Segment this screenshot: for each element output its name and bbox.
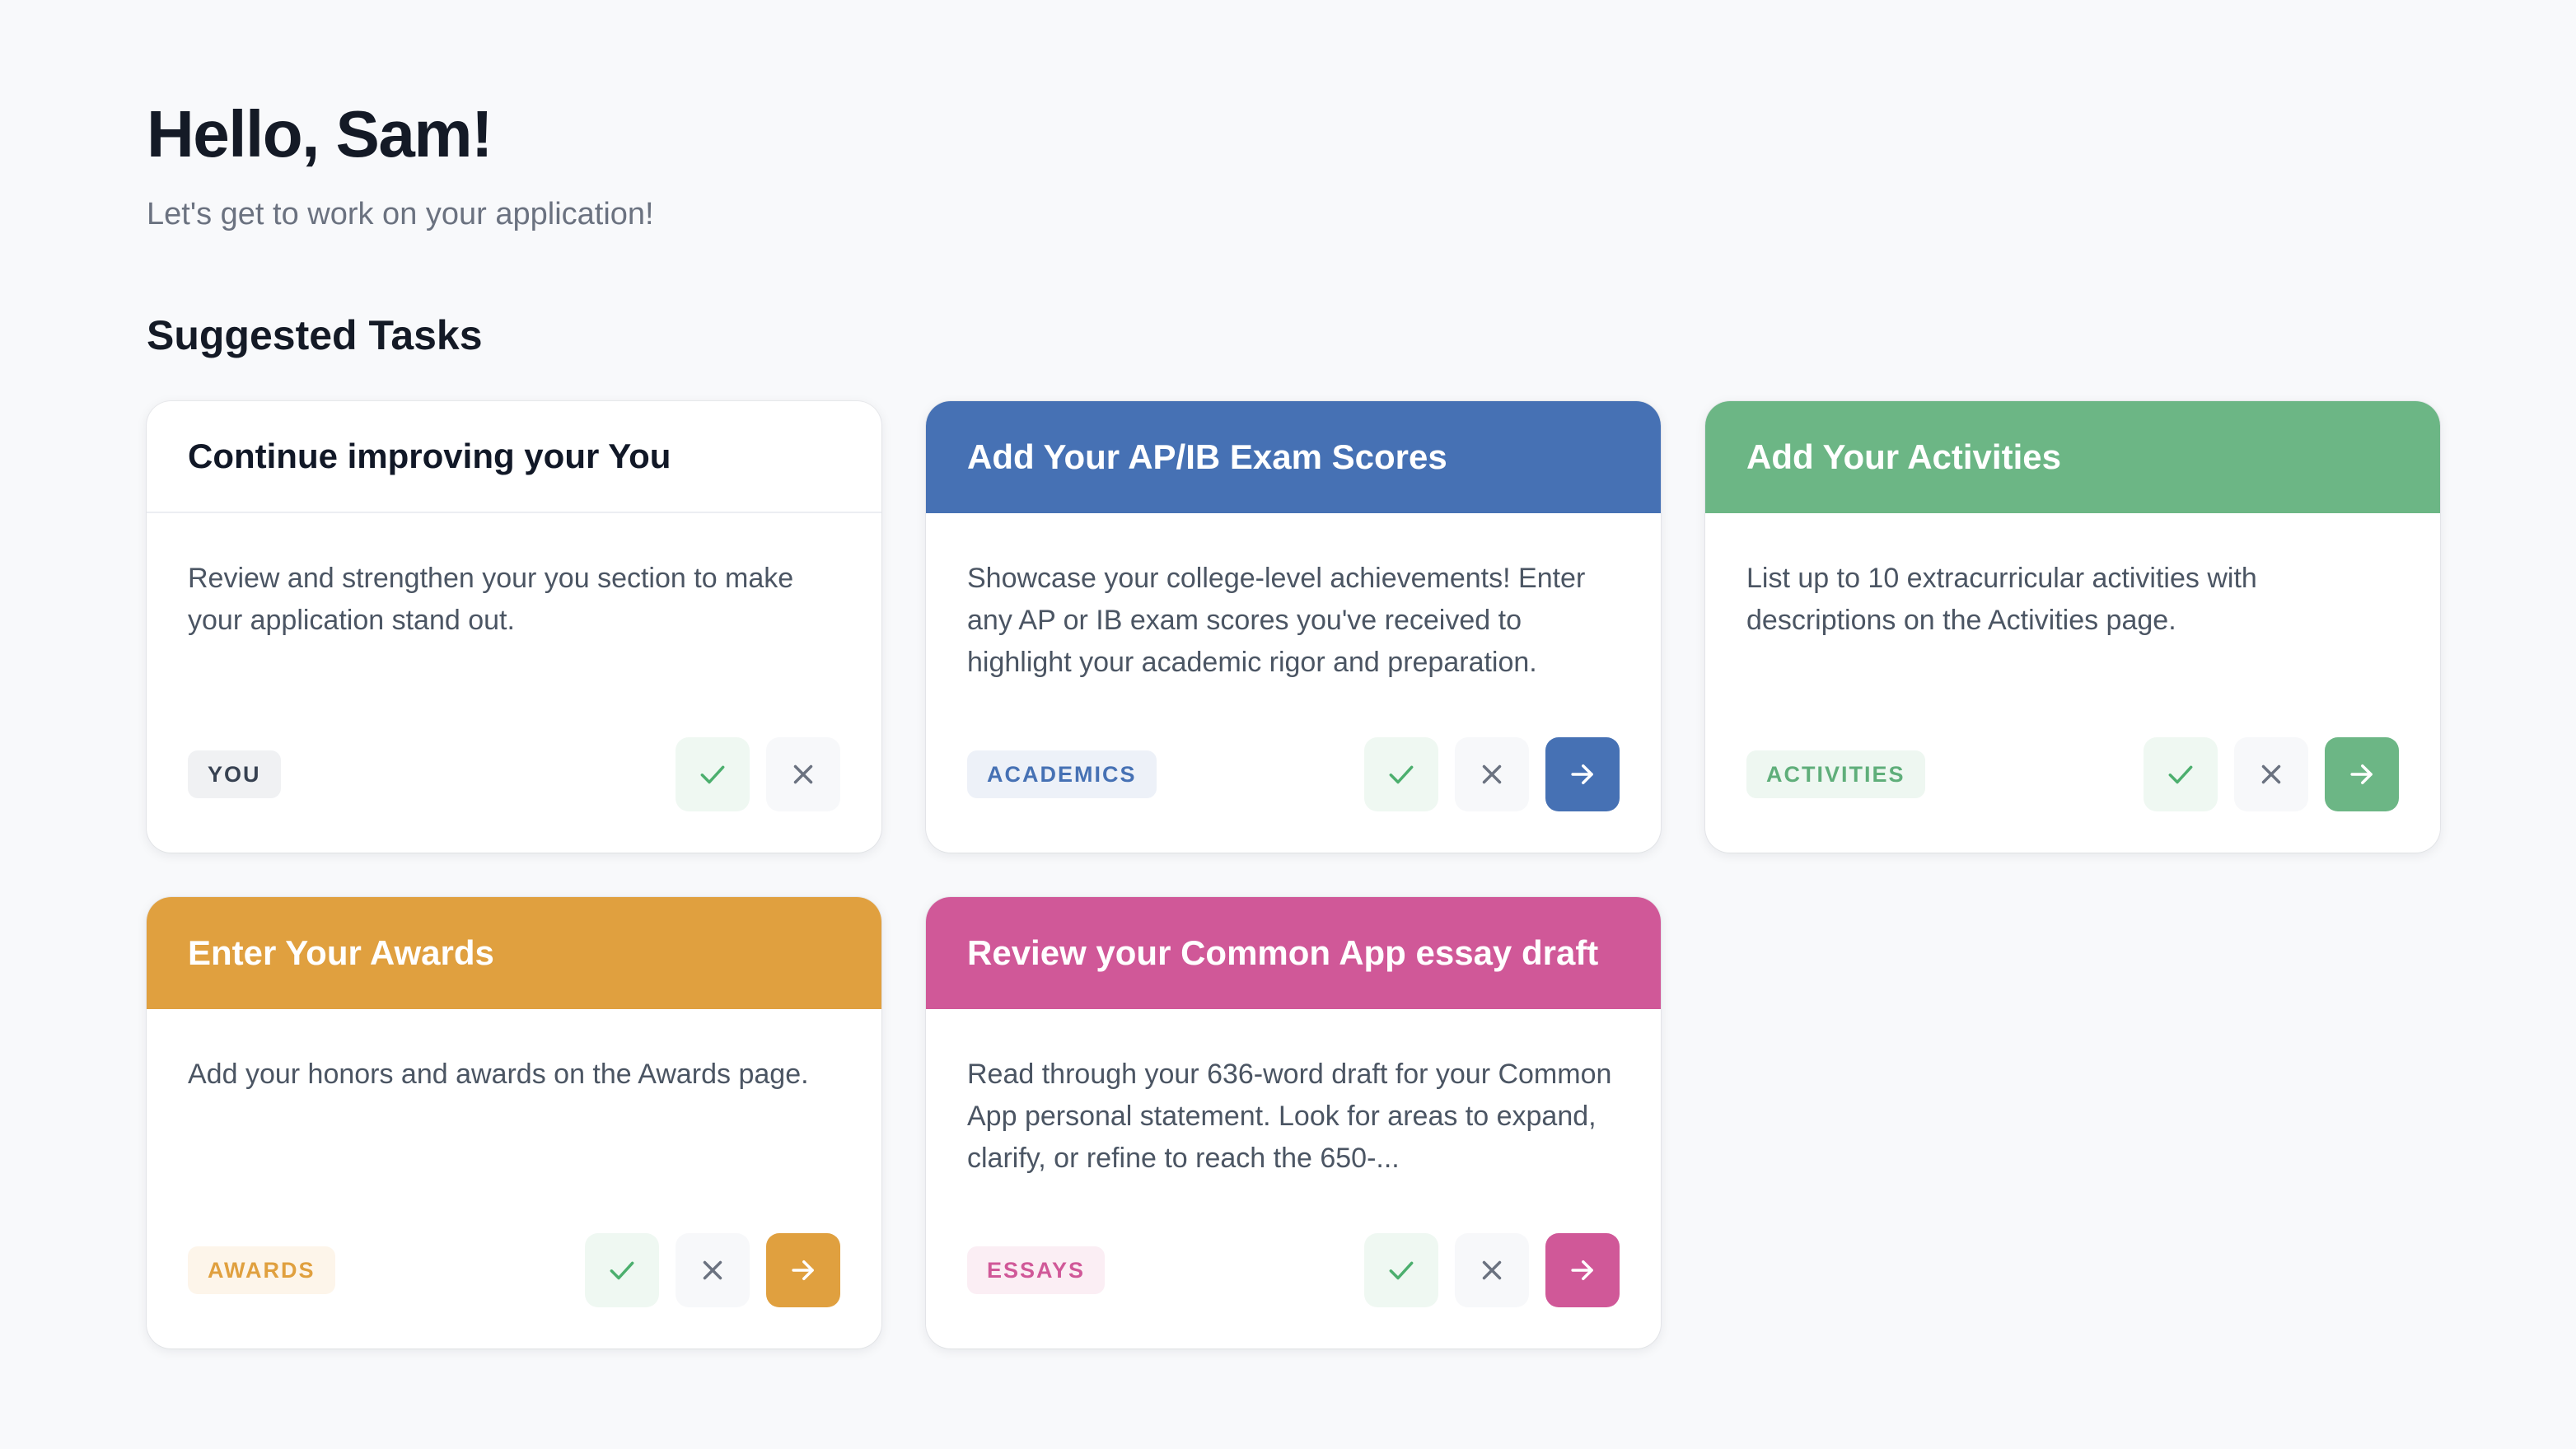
go-to-task-button[interactable]	[766, 1233, 840, 1307]
task-actions	[1364, 737, 1620, 811]
close-icon	[1482, 764, 1502, 784]
task-card-you: Continue improving your You Review and s…	[147, 401, 881, 853]
arrow-right-icon	[792, 1260, 814, 1281]
task-card-description: Review and strengthen your you section t…	[188, 563, 794, 636]
dismiss-button[interactable]	[676, 1233, 750, 1307]
task-card-footer: AWARDS	[188, 1233, 840, 1307]
task-card-description: List up to 10 extracurricular activities…	[1746, 563, 2257, 636]
close-icon	[703, 1260, 722, 1280]
greeting-heading: Hello, Sam!	[147, 97, 493, 171]
task-card-title: Add Your Activities	[1705, 401, 2440, 513]
close-icon	[2261, 764, 2281, 784]
category-tag: YOU	[188, 750, 281, 798]
close-icon	[793, 764, 813, 784]
check-icon	[2168, 765, 2193, 784]
dismiss-button[interactable]	[2234, 737, 2308, 811]
task-card-grid: Continue improving your You Review and s…	[147, 401, 2440, 1349]
arrow-right-icon	[2350, 764, 2373, 785]
dashboard-page: Hello, Sam! Let's get to work on your ap…	[0, 0, 2576, 1449]
close-icon	[1482, 1260, 1502, 1280]
task-card-title: Continue improving your You	[147, 401, 881, 513]
check-icon	[700, 765, 725, 784]
arrow-right-icon	[1571, 764, 1593, 785]
task-card-essays: Review your Common App essay draft Read …	[926, 897, 1661, 1349]
category-tag: AWARDS	[188, 1246, 335, 1294]
task-card-description: Read through your 636-word draft for you…	[967, 1059, 1612, 1174]
task-card-title: Add Your AP/IB Exam Scores	[926, 401, 1661, 513]
task-card-awards: Enter Your Awards Add your honors and aw…	[147, 897, 881, 1349]
check-icon	[1389, 1261, 1414, 1280]
mark-complete-button[interactable]	[676, 737, 750, 811]
mark-complete-button[interactable]	[1364, 737, 1438, 811]
mark-complete-button[interactable]	[585, 1233, 659, 1307]
dismiss-button[interactable]	[1455, 1233, 1529, 1307]
arrow-right-icon	[1571, 1260, 1593, 1281]
suggested-tasks-heading: Suggested Tasks	[147, 312, 483, 358]
category-tag: ACTIVITIES	[1746, 750, 1925, 798]
dismiss-button[interactable]	[1455, 737, 1529, 811]
task-card-description: Add your honors and awards on the Awards…	[188, 1059, 809, 1090]
task-card-footer: YOU	[188, 737, 840, 811]
category-tag: ESSAYS	[967, 1246, 1106, 1294]
check-icon	[610, 1261, 634, 1280]
mark-complete-button[interactable]	[1364, 1233, 1438, 1307]
mark-complete-button[interactable]	[2144, 737, 2218, 811]
task-card-footer: ACTIVITIES	[1746, 737, 2399, 811]
go-to-task-button[interactable]	[1545, 1233, 1620, 1307]
task-card-title: Review your Common App essay draft	[926, 897, 1661, 1009]
task-card-description: Showcase your college-level achievements…	[967, 563, 1586, 678]
category-tag: ACADEMICS	[967, 750, 1157, 798]
task-card-title: Enter Your Awards	[147, 897, 881, 1009]
task-actions	[1364, 1233, 1620, 1307]
task-card-activities: Add Your Activities List up to 10 extrac…	[1705, 401, 2440, 853]
task-actions	[2144, 737, 2399, 811]
task-card-academics: Add Your AP/IB Exam Scores Showcase your…	[926, 401, 1661, 853]
task-actions	[676, 737, 840, 811]
task-card-footer: ESSAYS	[967, 1233, 1620, 1307]
dismiss-button[interactable]	[766, 737, 840, 811]
go-to-task-button[interactable]	[2325, 737, 2399, 811]
greeting-subtitle: Let's get to work on your application!	[147, 197, 654, 231]
task-actions	[585, 1233, 840, 1307]
task-card-footer: ACADEMICS	[967, 737, 1620, 811]
go-to-task-button[interactable]	[1545, 737, 1620, 811]
check-icon	[1389, 765, 1414, 784]
